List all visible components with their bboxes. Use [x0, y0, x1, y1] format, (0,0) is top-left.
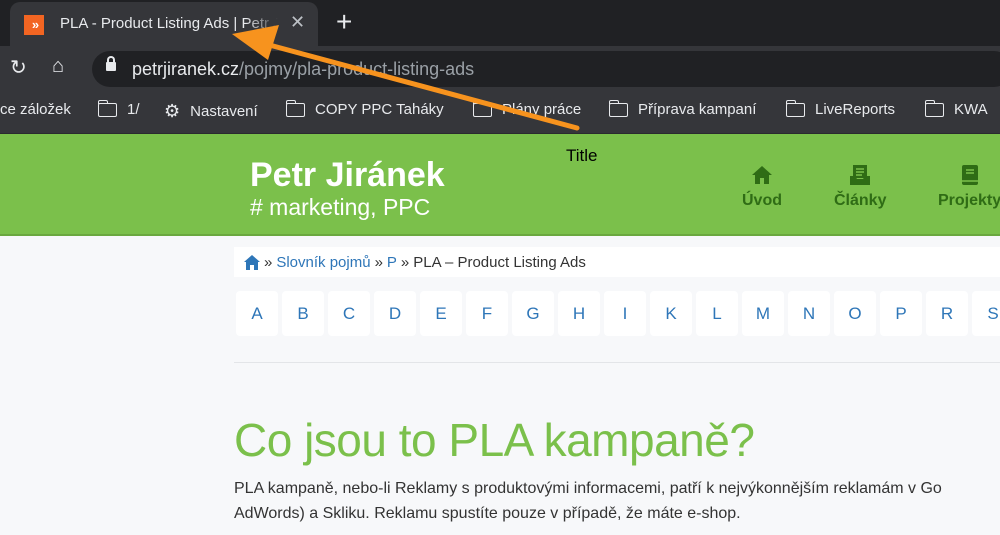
paragraph-line: AdWords) a Skliku. Reklamu spustíte pouz…: [234, 505, 741, 522]
letter-d[interactable]: D: [374, 291, 416, 336]
tab-strip: » PLA - Product Listing Ads | Petr Jirán…: [0, 0, 1000, 46]
folder-icon: [97, 99, 117, 117]
lock-icon: [106, 56, 116, 71]
bookmark-item[interactable]: ⚙ Nastavení: [164, 101, 258, 122]
bookmark-label: KWA: [954, 101, 988, 118]
letter-c[interactable]: C: [328, 291, 370, 336]
url-host: petrjiranek.cz: [132, 59, 240, 79]
bookmark-item[interactable]: KWA: [924, 99, 988, 118]
folder-icon: [608, 99, 628, 117]
divider: [234, 362, 1000, 363]
nav-label: Články: [834, 192, 887, 209]
folder-icon: [785, 99, 805, 117]
letter-b[interactable]: B: [282, 291, 324, 336]
letter-k[interactable]: K: [650, 291, 692, 336]
letter-m[interactable]: M: [742, 291, 784, 336]
reload-icon[interactable]: ↻: [10, 55, 27, 80]
breadcrumb: » Slovník pojmů » P » PLA – Product List…: [234, 247, 1000, 277]
paragraph-line: PLA kampaně, nebo-li Reklamy s produktov…: [234, 480, 942, 497]
bookmark-label: 1/: [127, 101, 140, 118]
annotation-label: Title: [566, 146, 598, 165]
letter-g[interactable]: G: [512, 291, 554, 336]
browser-toolbar: ↻ ⌂ petrjiranek.cz/pojmy/pla-product-lis…: [0, 46, 1000, 90]
article-paragraph: PLA kampaně, nebo-li Reklamy s produktov…: [234, 476, 1000, 526]
breadcrumb-separator: »: [264, 254, 273, 271]
bookmark-label: COPY PPC Taháky: [315, 101, 444, 118]
nav-uvod[interactable]: Úvod: [742, 164, 782, 210]
url-text: petrjiranek.cz/pojmy/pla-product-listing…: [132, 59, 474, 80]
site-header: Petr Jiránek # marketing, PPC Úvod Článk…: [0, 134, 1000, 236]
home-icon: [752, 166, 772, 184]
article-heading: Co jsou to PLA kampaně?: [234, 414, 755, 466]
letter-e[interactable]: E: [420, 291, 462, 336]
nav-label: Úvod: [742, 192, 782, 209]
letter-i[interactable]: I: [604, 291, 646, 336]
articles-icon: [850, 165, 871, 185]
folder-icon: [285, 99, 305, 117]
tab-title: PLA - Product Listing Ads | Petr Jiránek: [60, 15, 278, 32]
folder-icon: [924, 99, 944, 117]
letter-r[interactable]: R: [926, 291, 968, 336]
close-tab-icon[interactable]: ✕: [290, 12, 305, 33]
address-bar[interactable]: petrjiranek.cz/pojmy/pla-product-listing…: [92, 51, 1000, 87]
bookmark-item[interactable]: ce záložek: [0, 101, 71, 118]
new-tab-button[interactable]: +: [336, 6, 352, 38]
nav-label: Projekty: [938, 192, 1000, 209]
letter-o[interactable]: O: [834, 291, 876, 336]
bookmark-item[interactable]: COPY PPC Taháky: [285, 99, 444, 118]
bookmark-item[interactable]: Příprava kampaní: [608, 99, 757, 118]
site-tagline: # marketing, PPC: [250, 194, 431, 220]
breadcrumb-link-p[interactable]: P: [387, 254, 397, 271]
nav-clanky[interactable]: Články: [834, 164, 886, 210]
letter-l[interactable]: L: [696, 291, 738, 336]
bookmark-item[interactable]: LiveReports: [785, 99, 896, 118]
bookmarks-bar: ce záložek 1/ ⚙ Nastavení COPY PPC Taháky…: [0, 90, 1000, 134]
letter-p[interactable]: P: [880, 291, 922, 336]
breadcrumb-separator: »: [400, 254, 410, 271]
book-icon: [961, 165, 978, 185]
breadcrumb-current: PLA – Product Listing Ads: [413, 254, 586, 271]
home-icon[interactable]: [244, 255, 260, 270]
alphabet-index: ABCDEFGHIKLMNOPRS: [236, 291, 1000, 336]
bookmark-label: Plány práce: [502, 101, 582, 118]
bookmark-item[interactable]: Plány práce: [472, 99, 582, 118]
browser-tab[interactable]: » PLA - Product Listing Ads | Petr Jirán…: [10, 2, 318, 46]
bookmark-label: LiveReports: [815, 101, 896, 118]
site-favicon-icon: »: [24, 15, 44, 35]
letter-h[interactable]: H: [558, 291, 600, 336]
bookmark-label: ce záložek: [0, 101, 71, 118]
bookmark-label: Příprava kampaní: [638, 101, 757, 118]
letter-s[interactable]: S: [972, 291, 1000, 336]
url-path: /pojmy/pla-product-listing-ads: [239, 59, 475, 79]
breadcrumb-link-slovnik[interactable]: Slovník pojmů: [276, 254, 370, 271]
home-icon[interactable]: ⌂: [52, 55, 64, 78]
nav-projekty[interactable]: Projekty: [938, 164, 1000, 210]
bookmark-item[interactable]: 1/: [97, 99, 140, 118]
gear-icon: ⚙: [164, 101, 181, 121]
letter-f[interactable]: F: [466, 291, 508, 336]
breadcrumb-separator: »: [374, 254, 383, 271]
letter-a[interactable]: A: [236, 291, 278, 336]
site-name[interactable]: Petr Jiránek: [250, 156, 445, 195]
letter-n[interactable]: N: [788, 291, 830, 336]
bookmark-label: Nastavení: [190, 103, 258, 120]
folder-icon: [472, 99, 492, 117]
